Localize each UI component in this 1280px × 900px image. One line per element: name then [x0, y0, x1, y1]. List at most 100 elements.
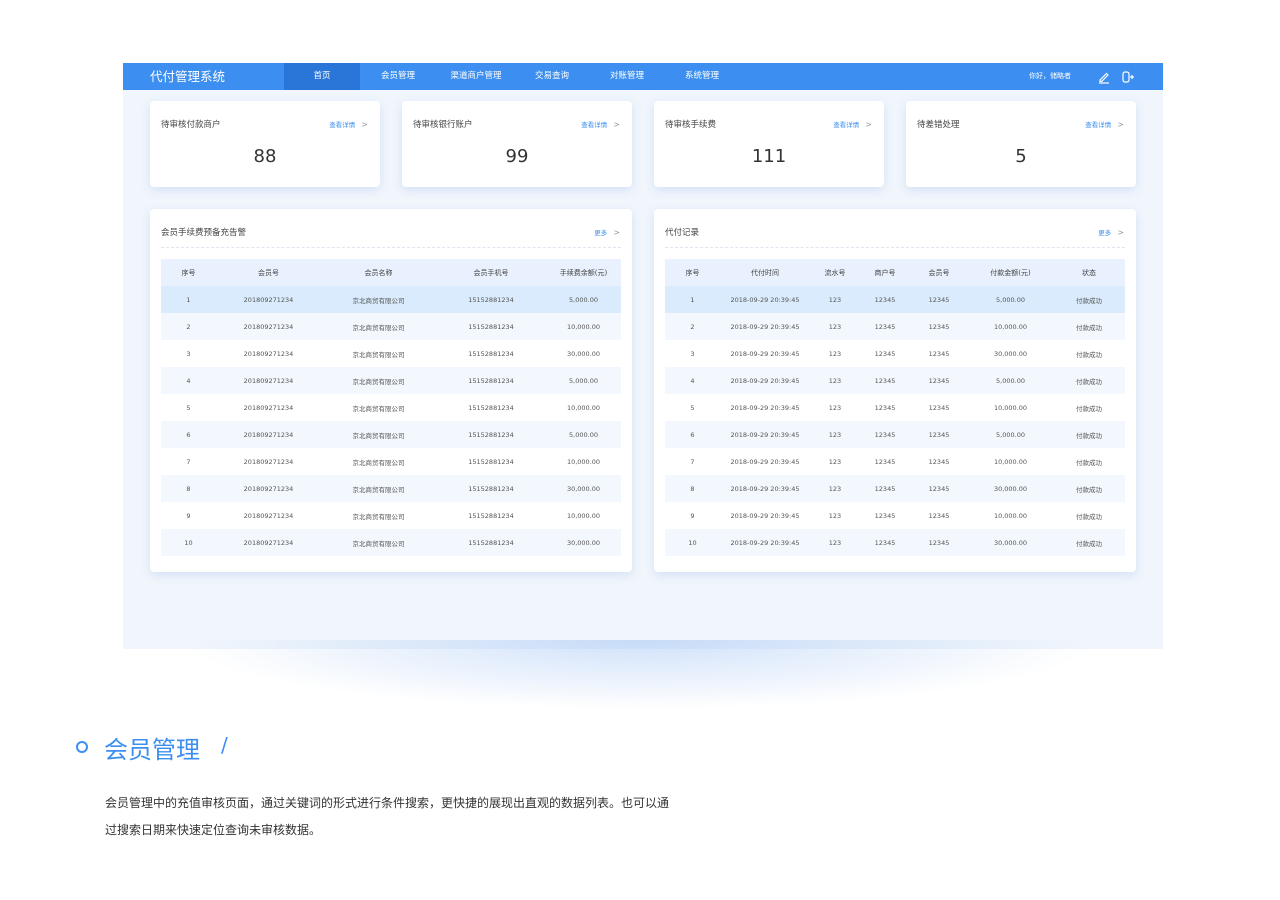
section-description-line: 会员管理中的充值审核页面，通过关键词的形式进行条件搜索，更快捷的展现出直观的数据… — [105, 796, 670, 810]
view-details-link[interactable]: 查看详情 > — [329, 119, 368, 129]
table-row[interactable]: 8 2018-09-29 20:39:45 123 12345 12345 30,000.… — [665, 475, 1125, 502]
table-cell: 30,000.00 — [546, 475, 621, 502]
table-cell: 京北商贸有限公司 — [352, 512, 405, 521]
table-cell: 10,000.00 — [546, 313, 621, 340]
table-cell: 15152881234 — [436, 286, 546, 313]
column-header: 会员号 — [910, 259, 968, 286]
table-row[interactable]: 2 2018-09-29 20:39:45 123 12345 12345 10,000.… — [665, 313, 1125, 340]
view-details-link[interactable]: 查看详情 > — [833, 119, 872, 129]
divider — [161, 247, 621, 248]
nav-item-member[interactable]: 会员管理 — [360, 63, 436, 90]
table-cell: 30,000.00 — [993, 349, 1028, 358]
column-header: 代付时间 — [720, 259, 810, 286]
column-header: 序号 — [161, 259, 216, 286]
table-row[interactable]: 1 201809271234 京北商贸有限公司 15152881234 5,000.00 — [161, 286, 621, 313]
table-row[interactable]: 6 2018-09-29 20:39:45 123 12345 12345 5,000.0… — [665, 421, 1125, 448]
table-cell: 1 — [665, 286, 720, 313]
chevron-right-icon: > — [613, 120, 620, 129]
table-cell: 6 — [161, 421, 216, 448]
nav-item-home[interactable]: 首页 — [284, 63, 360, 90]
nav-item-system[interactable]: 系统管理 — [666, 63, 738, 90]
table-cell: 201809271234 — [216, 286, 321, 313]
chevron-right-icon: > — [613, 228, 620, 237]
stat-card-pending-merchants: 待审核付款商户 查看详情 > 88 — [150, 101, 380, 187]
table-row[interactable]: 2 201809271234 京北商贸有限公司 15152881234 10,000.0… — [161, 313, 621, 340]
column-header: 会员名称 — [321, 259, 436, 286]
table-cell: 12345 — [860, 313, 910, 340]
table-cell: 4 — [665, 367, 720, 394]
table-row[interactable]: 9 201809271234 京北商贸有限公司 15152881234 10,000.0… — [161, 502, 621, 529]
table-cell: 9 — [690, 511, 695, 520]
column-header: 手续费余额(元) — [546, 259, 621, 286]
table-cell: 付款成功 — [1053, 475, 1125, 502]
table-cell: 201809271234 — [243, 349, 294, 358]
table-row[interactable]: 10 2018-09-29 20:39:45 123 12345 12345 30,000… — [665, 529, 1125, 556]
table-row[interactable]: 3 2018-09-29 20:39:45 123 12345 12345 30,000.… — [665, 340, 1125, 367]
chevron-right-icon: > — [1117, 228, 1124, 237]
table-cell: 付款成功 — [1053, 529, 1125, 556]
table-cell: 123 — [828, 511, 842, 520]
table-cell: 京北商贸有限公司 — [352, 404, 405, 413]
table-row[interactable]: 10 201809271234 京北商贸有限公司 15152881234 30,000.… — [161, 529, 621, 556]
section-bullet-icon — [76, 741, 88, 753]
stat-card-pending-fees: 待审核手续费 查看详情 > 111 — [654, 101, 884, 187]
stat-card-title: 待差错处理 — [917, 120, 960, 130]
column-header: 序号 — [665, 259, 720, 286]
chevron-right-icon: > — [1117, 120, 1124, 129]
table-cell: 付款成功 — [1076, 458, 1102, 467]
table-row[interactable]: 3 201809271234 京北商贸有限公司 15152881234 30,000.0… — [161, 340, 621, 367]
more-link[interactable]: 更多 > — [594, 227, 620, 237]
table-cell: 12345 — [928, 511, 950, 520]
table-cell: 10 — [161, 529, 216, 556]
table-cell: 1 — [161, 286, 216, 313]
table-cell: 10,000.00 — [993, 511, 1028, 520]
table-row[interactable]: 6 201809271234 京北商贸有限公司 15152881234 5,000.00 — [161, 421, 621, 448]
table-cell: 5 — [186, 403, 191, 412]
table-cell: 201809271234 — [216, 421, 321, 448]
view-details-link[interactable]: 查看详情 > — [1085, 119, 1124, 129]
table-cell: 201809271234 — [216, 475, 321, 502]
table-cell: 12345 — [860, 367, 910, 394]
table-row[interactable]: 4 2018-09-29 20:39:45 123 12345 12345 5,000.0… — [665, 367, 1125, 394]
table-cell: 2018-09-29 20:39:45 — [730, 403, 800, 412]
table-cell: 15152881234 — [468, 457, 514, 466]
column-header: 会员号 — [216, 259, 321, 286]
table-row[interactable]: 7 2018-09-29 20:39:45 123 12345 12345 10,000.… — [665, 448, 1125, 475]
table-cell: 2 — [665, 313, 720, 340]
table-cell: 15152881234 — [468, 349, 514, 358]
table-row[interactable]: 7 201809271234 京北商贸有限公司 15152881234 10,000.0… — [161, 448, 621, 475]
table-cell: 123 — [810, 421, 860, 448]
table-row[interactable]: 5 201809271234 京北商贸有限公司 15152881234 10,000.0… — [161, 394, 621, 421]
view-details-link[interactable]: 查看详情 > — [581, 119, 620, 129]
more-link[interactable]: 更多 > — [1098, 227, 1124, 237]
table-cell: 2018-09-29 20:39:45 — [730, 457, 800, 466]
table-row[interactable]: 9 2018-09-29 20:39:45 123 12345 12345 10,000.… — [665, 502, 1125, 529]
table-cell: 5,000.00 — [546, 367, 621, 394]
table-cell: 2018-09-29 20:39:45 — [720, 286, 810, 313]
table-cell: 123 — [828, 403, 842, 412]
column-header: 状态 — [1053, 259, 1125, 286]
table-cell: 12345 — [860, 475, 910, 502]
nav-item-reconcile[interactable]: 对账管理 — [588, 63, 666, 90]
section-description-line: 过搜索日期来快速定位查询未审核数据。 — [105, 823, 322, 837]
table-cell: 12345 — [910, 475, 968, 502]
table-cell: 2 — [161, 313, 216, 340]
table-cell: 12345 — [910, 529, 968, 556]
table-row[interactable]: 4 201809271234 京北商贸有限公司 15152881234 5,000.00 — [161, 367, 621, 394]
table-cell: 30,000.00 — [968, 529, 1053, 556]
table-cell: 15152881234 — [436, 367, 546, 394]
logout-icon[interactable] — [1121, 69, 1135, 83]
table-cell: 8 — [161, 475, 216, 502]
table-row[interactable]: 8 201809271234 京北商贸有限公司 15152881234 30,000.0… — [161, 475, 621, 502]
top-nav-bar: 代付管理系统 首页 会员管理 渠道商户管理 交易查询 对账管理 系统管理 你好，… — [123, 63, 1163, 90]
stat-card-title: 待审核手续费 — [665, 120, 717, 130]
table-row[interactable]: 1 2018-09-29 20:39:45 123 12345 12345 5,000.0… — [665, 286, 1125, 313]
divider — [665, 247, 1125, 248]
table-cell: 30,000.00 — [546, 529, 621, 556]
table-cell: 8 — [665, 475, 720, 502]
nav-item-transaction[interactable]: 交易查询 — [516, 63, 588, 90]
table-row[interactable]: 5 2018-09-29 20:39:45 123 12345 12345 10,000.… — [665, 394, 1125, 421]
nav-item-channel-merchant[interactable]: 渠道商户管理 — [436, 63, 516, 90]
edit-icon[interactable] — [1097, 69, 1111, 84]
table-cell: 12345 — [874, 511, 896, 520]
